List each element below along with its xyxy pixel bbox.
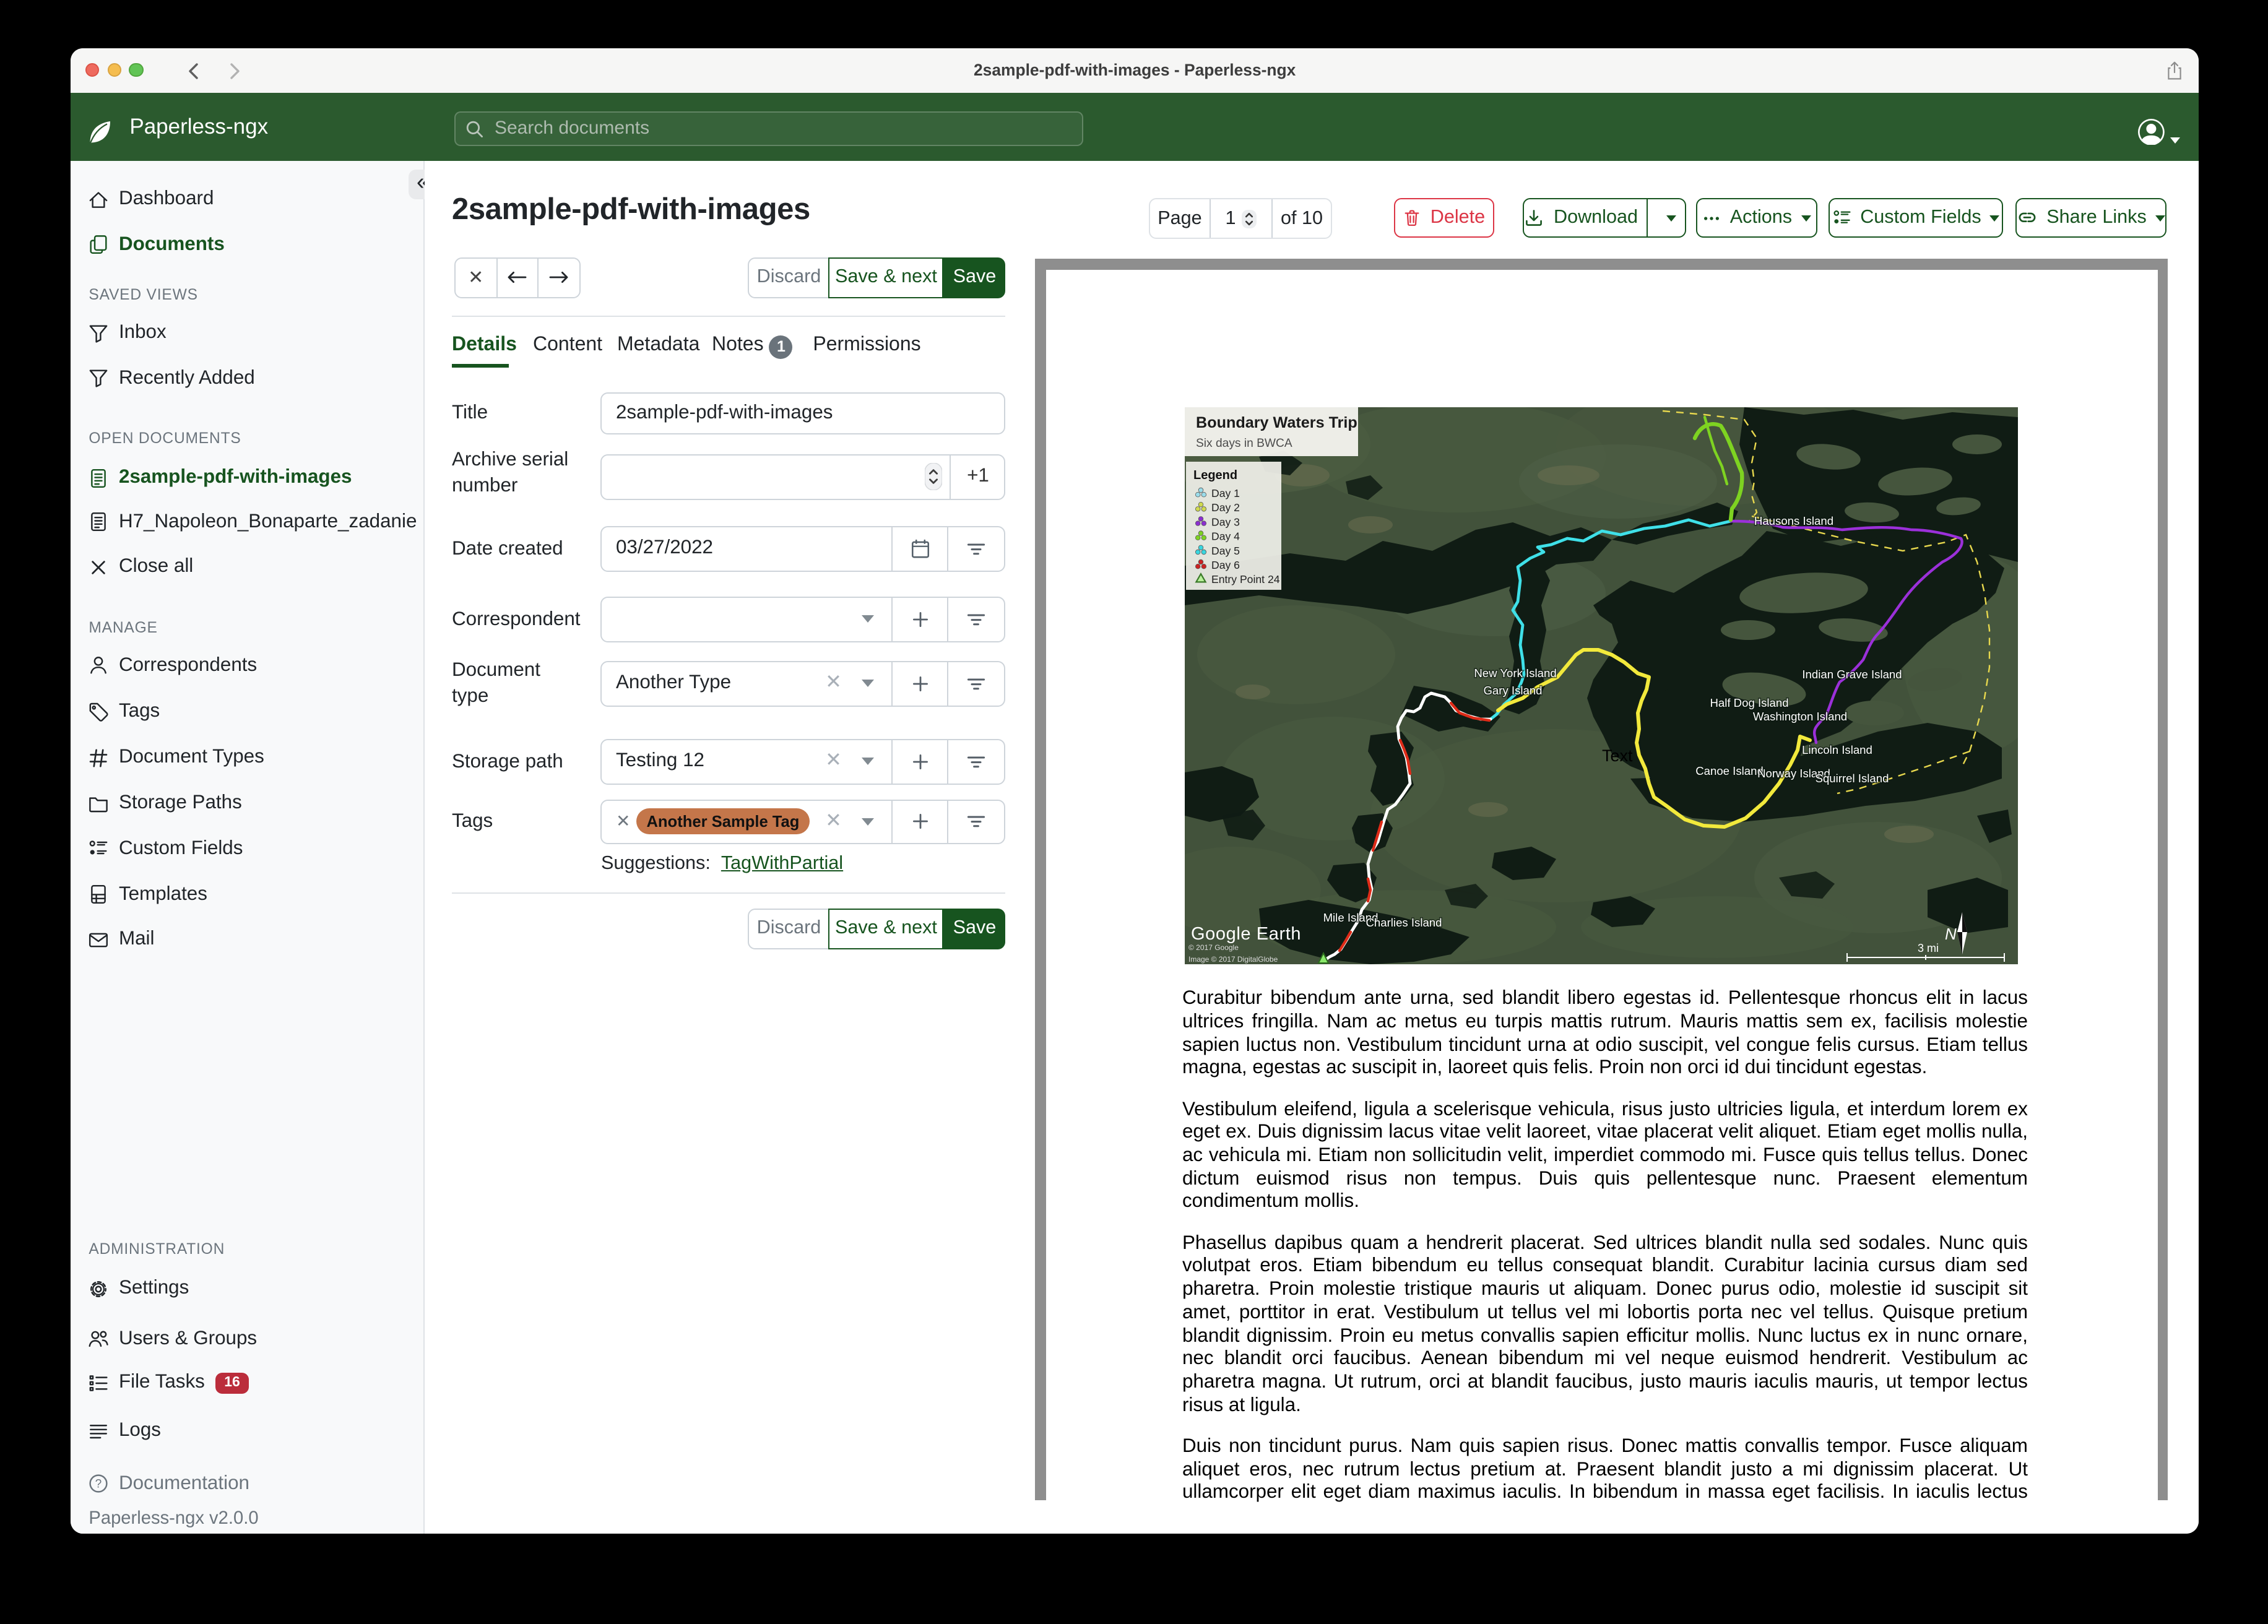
svg-text:Hausons Island: Hausons Island (1754, 514, 1833, 527)
svg-text:Squirrel Island: Squirrel Island (1815, 772, 1889, 785)
svg-text:Image © 2017 DigitalGlobe: Image © 2017 DigitalGlobe (1188, 955, 1278, 964)
svg-text:Day 4: Day 4 (1211, 530, 1239, 543)
svg-text:3 mi: 3 mi (1917, 942, 1938, 954)
svg-text:Washington Island: Washington Island (1752, 710, 1846, 723)
svg-text:Entry Point 24: Entry Point 24 (1211, 573, 1279, 585)
svg-text:N: N (1944, 925, 1956, 943)
svg-text:Day 3: Day 3 (1211, 516, 1239, 529)
svg-text:Six days in BWCA: Six days in BWCA (1195, 437, 1292, 450)
svg-text:Canoe Island: Canoe Island (1695, 764, 1764, 777)
svg-text:Half Dog Island: Half Dog Island (1710, 696, 1788, 709)
svg-text:?: ? (95, 1478, 102, 1491)
svg-text:© 2017 Google: © 2017 Google (1188, 943, 1238, 952)
svg-text:Indian Grave Island: Indian Grave Island (1802, 668, 1902, 681)
svg-text:Day 2: Day 2 (1211, 501, 1239, 514)
svg-text:Charlies Island: Charlies Island (1366, 916, 1442, 929)
svg-text:Gary Island: Gary Island (1483, 684, 1542, 697)
svg-text:Legend: Legend (1193, 469, 1237, 482)
svg-text:Day 6: Day 6 (1211, 559, 1239, 571)
svg-text:Lincoln Island: Lincoln Island (1802, 743, 1872, 756)
svg-text:Day 1: Day 1 (1211, 487, 1239, 499)
svg-text:Google Earth: Google Earth (1190, 924, 1301, 944)
svg-text:Text: Text (1601, 746, 1632, 765)
svg-text:New York Island: New York Island (1474, 667, 1556, 680)
svg-text:Boundary Waters Trip: Boundary Waters Trip (1195, 414, 1357, 431)
svg-text:Day 5: Day 5 (1211, 545, 1239, 557)
